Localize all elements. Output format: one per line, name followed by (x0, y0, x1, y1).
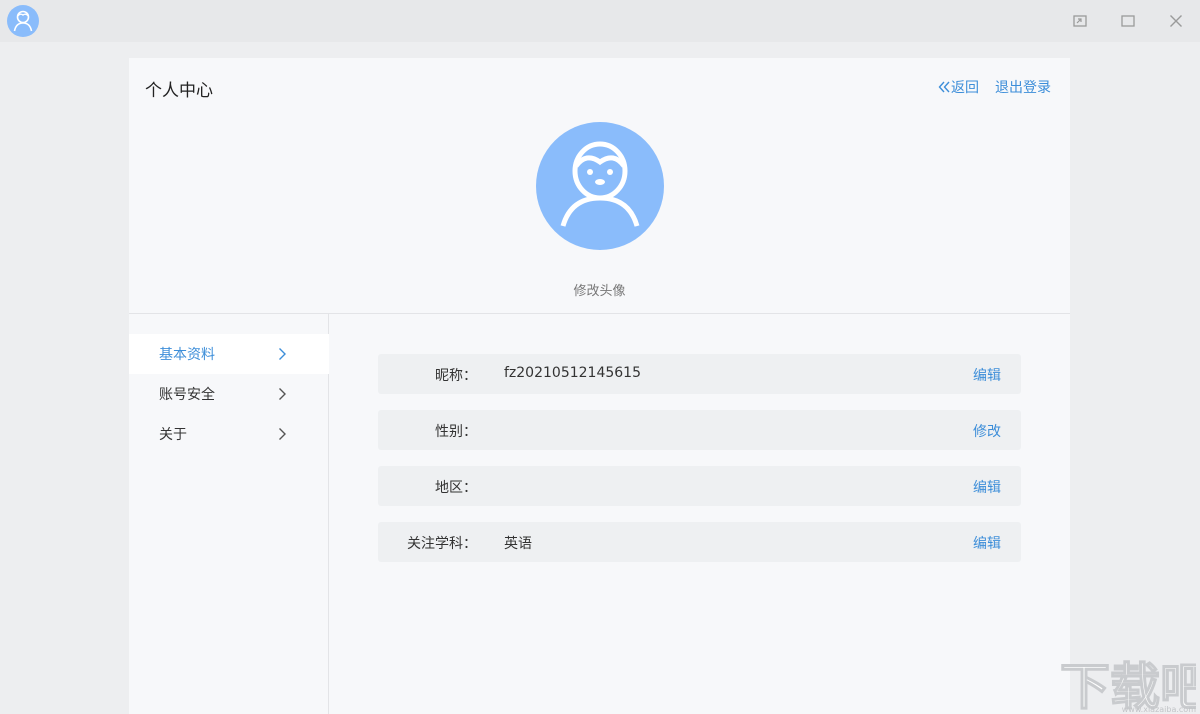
back-button[interactable]: 返回 (937, 77, 979, 97)
title-bar (0, 0, 1200, 42)
sidebar-item-label: 关于 (159, 424, 187, 444)
double-chevron-left-icon (937, 80, 951, 94)
watermark-url: www.xiazaiba.com (1122, 705, 1196, 714)
chevron-right-icon (275, 347, 289, 361)
restore-icon[interactable] (1069, 10, 1091, 32)
logout-button[interactable]: 退出登录 (995, 77, 1051, 97)
sidebar-item-about[interactable]: 关于 (129, 414, 329, 454)
close-icon[interactable] (1165, 10, 1187, 32)
back-label: 返回 (951, 77, 979, 97)
sidebar-item-label: 基本资料 (159, 344, 215, 364)
field-value: 英语 (504, 533, 532, 553)
edit-region-button[interactable]: 编辑 (973, 477, 1001, 497)
user-avatar-icon[interactable] (7, 5, 39, 37)
field-row-region: 地区： 编辑 (378, 466, 1021, 506)
field-row-gender: 性别： 修改 (378, 410, 1021, 450)
personal-center-panel: 个人中心 返回 退出登录 修改头像 基本资料 账号安全 关于 (129, 58, 1070, 714)
sidebar-item-account-security[interactable]: 账号安全 (129, 374, 329, 414)
page-title: 个人中心 (145, 76, 213, 101)
field-row-subject: 关注学科： 英语 编辑 (378, 522, 1021, 562)
field-label: 性别： (435, 421, 477, 441)
chevron-right-icon (275, 387, 289, 401)
sidebar-item-basic-info[interactable]: 基本资料 (129, 334, 329, 374)
change-avatar-link[interactable]: 修改头像 (129, 280, 1070, 299)
user-avatar-icon[interactable] (536, 122, 664, 250)
edit-nickname-button[interactable]: 编辑 (973, 365, 1001, 385)
maximize-icon[interactable] (1117, 10, 1139, 32)
sidebar-item-label: 账号安全 (159, 384, 215, 404)
field-label: 昵称： (435, 365, 477, 385)
modify-gender-button[interactable]: 修改 (973, 421, 1001, 441)
header-links: 返回 退出登录 (937, 77, 1051, 97)
field-row-nickname: 昵称： fz20210512145615 编辑 (378, 354, 1021, 394)
field-label: 地区： (435, 477, 477, 497)
field-value: fz20210512145615 (504, 365, 641, 381)
edit-subject-button[interactable]: 编辑 (973, 533, 1001, 553)
chevron-right-icon (275, 427, 289, 441)
sidebar: 基本资料 账号安全 关于 (129, 314, 329, 714)
field-label: 关注学科： (407, 533, 477, 553)
